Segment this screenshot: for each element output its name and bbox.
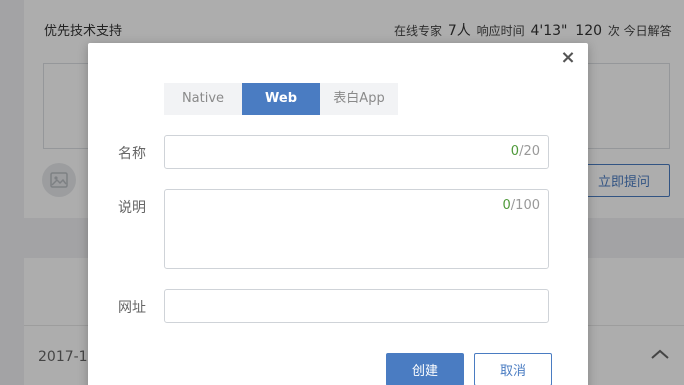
description-counter: 0/100 <box>503 198 540 213</box>
app-type-tabs: Native Web 表白App <box>164 83 398 115</box>
create-app-dialog: × Native Web 表白App 名称 0/20 说明 0/100 网址 创… <box>88 43 588 385</box>
cancel-button[interactable]: 取消 <box>474 353 552 385</box>
close-icon[interactable]: × <box>560 47 576 69</box>
tab-native[interactable]: Native <box>164 83 242 115</box>
name-counter: 0/20 <box>511 144 540 159</box>
description-counter-max: /100 <box>510 198 540 213</box>
name-counter-current: 0 <box>510 144 520 159</box>
description-label: 说明 <box>118 200 146 216</box>
tab-biaobai-app[interactable]: 表白App <box>320 83 398 115</box>
description-field[interactable]: 0/100 <box>164 189 549 269</box>
url-label: 网址 <box>118 300 146 316</box>
description-counter-current: 0 <box>502 198 511 213</box>
name-field[interactable]: 0/20 <box>164 135 549 169</box>
name-label: 名称 <box>118 146 146 162</box>
create-button[interactable]: 创建 <box>386 353 464 385</box>
tab-web[interactable]: Web <box>242 83 320 115</box>
url-field[interactable] <box>164 289 549 323</box>
name-counter-max: /20 <box>519 144 540 159</box>
